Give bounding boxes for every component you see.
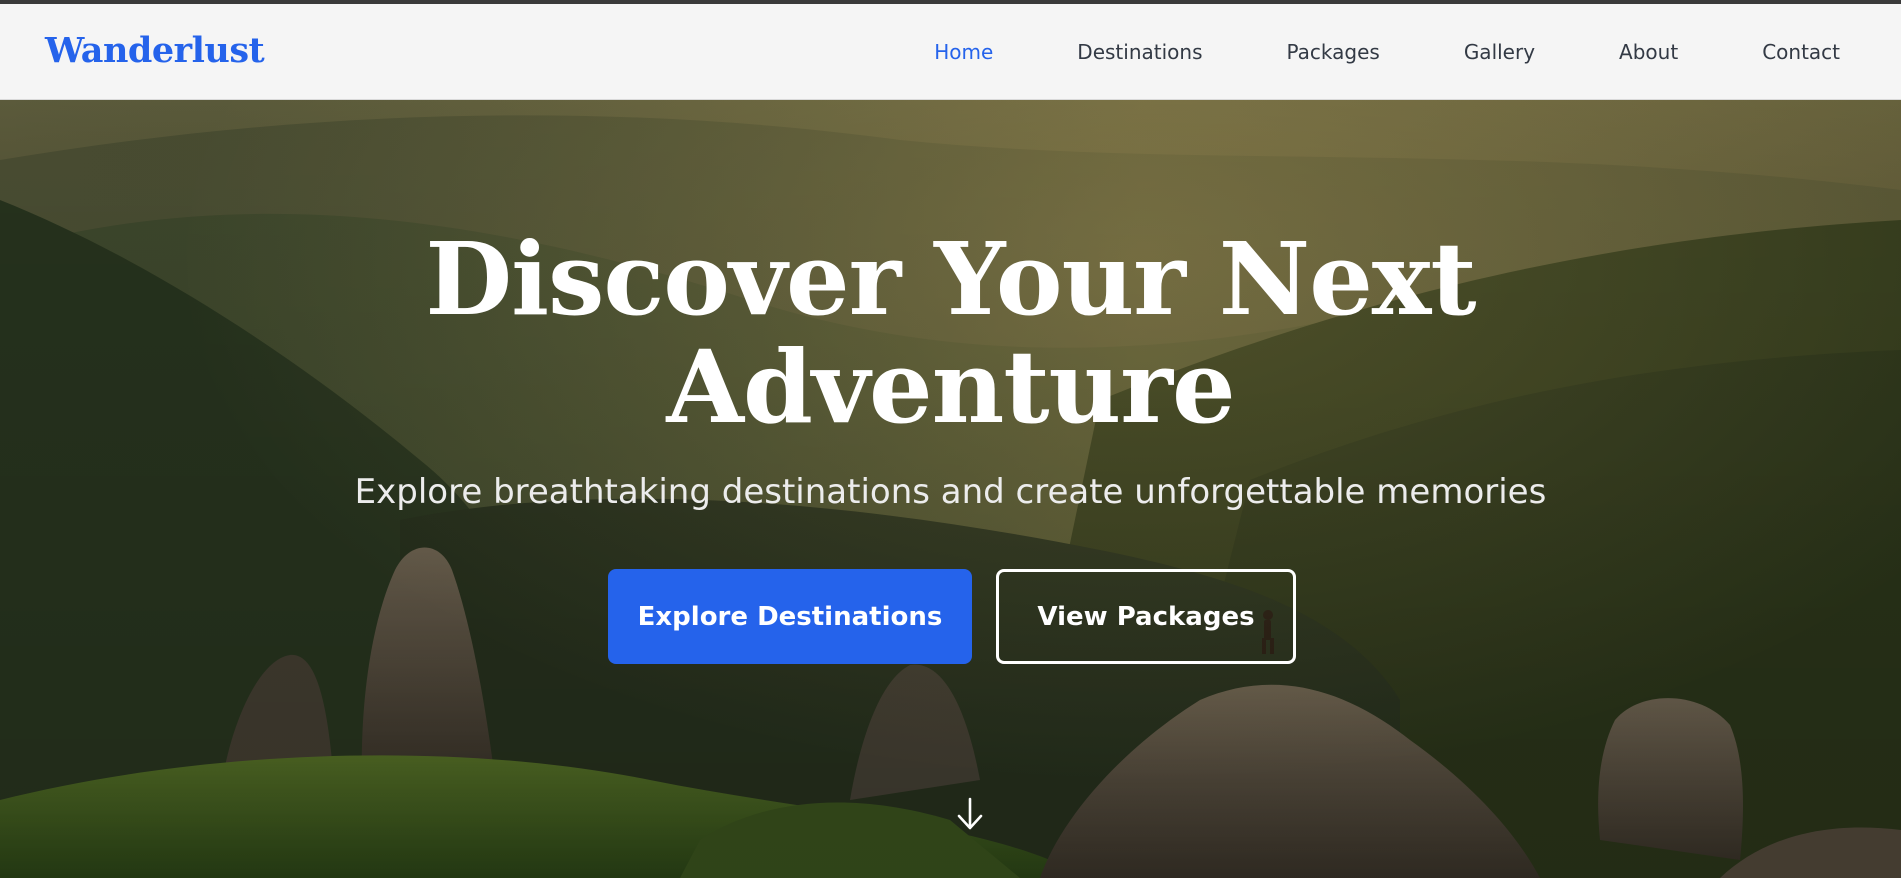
nav-link-home[interactable]: Home <box>934 40 993 64</box>
hero-subtitle: Explore breathtaking destinations and cr… <box>354 472 1547 512</box>
site-header: Wanderlust Home Destinations Packages Ga… <box>0 4 1901 100</box>
hero-title-line-2: Adventure <box>666 328 1235 446</box>
view-packages-button[interactable]: View Packages <box>996 569 1296 664</box>
hero-title: Discover Your Next Adventure <box>0 225 1901 441</box>
hero-title-line-1: Discover Your Next <box>425 220 1476 338</box>
nav-link-gallery[interactable]: Gallery <box>1464 40 1535 64</box>
nav-link-packages[interactable]: Packages <box>1286 40 1379 64</box>
nav-link-about[interactable]: About <box>1619 40 1678 64</box>
nav-link-contact[interactable]: Contact <box>1762 40 1840 64</box>
hero-section: Discover Your Next Adventure Explore bre… <box>0 100 1901 878</box>
explore-destinations-button[interactable]: Explore Destinations <box>608 569 972 664</box>
nav-link-destinations[interactable]: Destinations <box>1077 40 1202 64</box>
brand-logo[interactable]: Wanderlust <box>45 30 265 71</box>
arrow-down-icon[interactable] <box>955 796 985 832</box>
main-nav: Home Destinations Packages Gallery About… <box>850 4 1840 100</box>
